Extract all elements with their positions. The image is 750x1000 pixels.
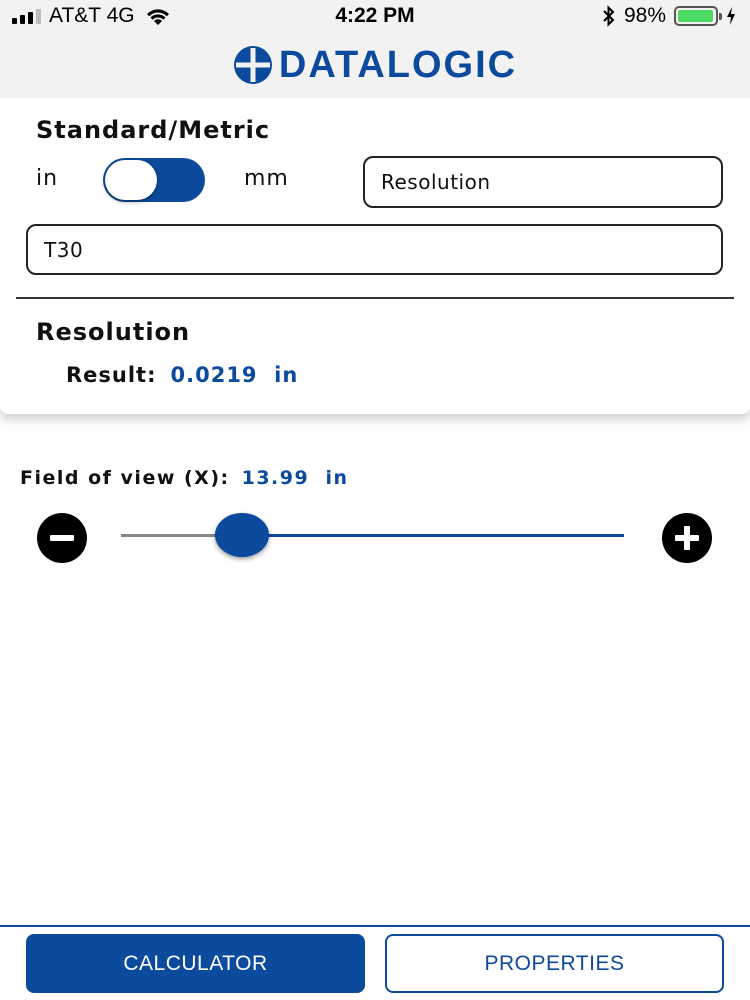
field-of-view-slider[interactable] bbox=[121, 512, 624, 560]
charging-icon bbox=[727, 7, 735, 25]
field-of-view-row: Field of view (X): 13.99 in bbox=[20, 467, 349, 489]
brand-name: DATALOGIC bbox=[278, 43, 518, 86]
battery-cap bbox=[719, 13, 722, 20]
slider-thumb[interactable] bbox=[214, 513, 269, 557]
result-unit: in bbox=[274, 363, 299, 387]
datalogic-logo-icon bbox=[233, 46, 272, 84]
result-label: Result: bbox=[66, 363, 157, 387]
plus-icon bbox=[684, 526, 690, 550]
result-title: Resolution bbox=[36, 318, 191, 346]
units-title: Standard/Metric bbox=[36, 116, 271, 144]
result-value: 0.0219 in bbox=[171, 363, 299, 387]
toggle-knob[interactable] bbox=[105, 160, 157, 200]
field-of-view-label: Field of view (X): bbox=[20, 467, 230, 489]
field-of-view-number: 13.99 bbox=[241, 467, 310, 489]
tab-bar-divider bbox=[0, 925, 750, 927]
field-of-view-unit: in bbox=[325, 467, 349, 489]
result-number: 0.0219 bbox=[170, 363, 258, 387]
unit-label-mm: mm bbox=[244, 166, 289, 191]
app-header: DATALOGIC bbox=[0, 32, 750, 98]
tab-properties[interactable]: PROPERTIES bbox=[385, 934, 724, 993]
minus-icon bbox=[50, 535, 74, 541]
model-select[interactable]: T30 bbox=[26, 224, 723, 275]
brand-logo: DATALOGIC bbox=[233, 44, 517, 87]
field-of-view-value: 13.99 in bbox=[242, 467, 349, 489]
status-bar: AT&T 4G 4:22 PM 98% bbox=[0, 0, 750, 32]
increase-button[interactable] bbox=[662, 513, 712, 563]
settings-card: Standard/Metric in mm Resolution T30 Res… bbox=[0, 98, 750, 414]
decrease-button[interactable] bbox=[37, 513, 87, 563]
calculation-mode-select[interactable]: Resolution bbox=[363, 156, 723, 208]
unit-label-in: in bbox=[36, 166, 59, 191]
battery-icon bbox=[674, 6, 722, 26]
status-right: 98% bbox=[602, 4, 736, 28]
units-toggle[interactable] bbox=[103, 158, 205, 202]
battery-level bbox=[678, 10, 714, 22]
battery-percent: 98% bbox=[623, 4, 666, 27]
bluetooth-icon bbox=[603, 5, 615, 27]
result-row: Result: 0.0219 in bbox=[66, 363, 298, 387]
tab-calculator[interactable]: CALCULATOR bbox=[26, 934, 365, 993]
section-divider bbox=[16, 297, 734, 299]
